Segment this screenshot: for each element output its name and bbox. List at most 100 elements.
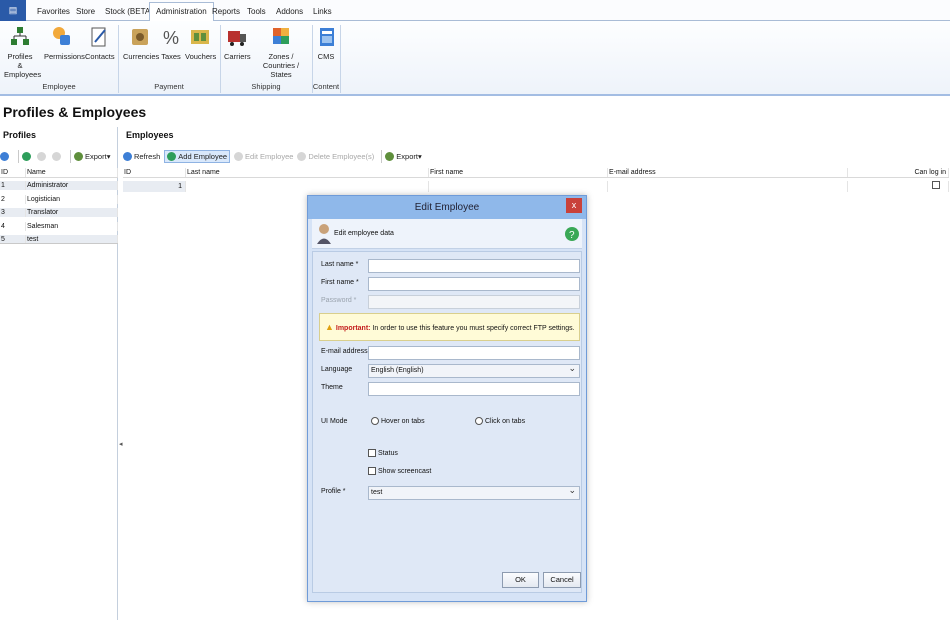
column-header-name[interactable]: Name [26,168,118,177]
hover-radio[interactable] [371,417,379,425]
edit-employee-button[interactable]: Edit Employee [234,151,293,161]
percent-icon: % [163,28,179,48]
status-option[interactable]: Status [368,449,398,457]
hover-label: Hover on tabs [381,417,425,425]
table-row[interactable]: 4 Salesman [0,222,118,231]
employees-label: Employees [4,70,42,79]
taxes-label: Taxes [161,52,181,61]
table-row[interactable]: 3 Translator [0,208,118,217]
theme-label: Theme [321,384,343,391]
app-menu-button[interactable]: ▤ [0,0,26,21]
language-select[interactable]: English (English) [368,362,580,378]
row-email [608,181,848,192]
delete-profile-button[interactable] [52,151,63,161]
currencies-button[interactable]: Currencies [123,25,159,61]
cms-button[interactable]: CMS [316,25,336,61]
refresh-button[interactable]: Refresh [123,151,161,161]
column-header-id[interactable]: ID [0,168,26,177]
permissions-icon [53,27,70,45]
row-id: 4 [0,222,26,231]
export-profiles-button[interactable]: Export ▾ [74,151,110,161]
click-on-tabs-option[interactable]: Click on tabs [475,417,525,425]
table-row[interactable]: 1 [123,181,949,192]
profiles-title: Profiles [3,130,37,140]
dialog-header-text: Edit employee data [334,230,394,237]
refresh-label: Refresh [134,151,161,161]
tab-tools[interactable]: Tools [241,3,272,21]
edit-employee-dialog: Edit Employee x Edit employee data ? Las… [307,195,587,602]
add-employee-label: Add Employee [178,151,228,161]
can-log-in-checkbox[interactable] [932,181,940,189]
profiles-panel: Profiles Export ▾ ID Name 1 Administrator … [0,127,118,620]
tab-links[interactable]: Links [307,3,338,21]
hover-on-tabs-option[interactable]: Hover on tabs [371,417,425,425]
password-field[interactable] [368,295,580,309]
add-profile-button[interactable] [22,151,33,161]
employees-grid-header: ID Last name First name E-mail address C… [123,168,949,178]
screencast-label: Show screencast [378,467,432,475]
delete-employee-button[interactable]: Delete Employee(s) [297,151,374,161]
dialog-title: Edit Employee [308,196,586,219]
last-name-label: Last name * [321,261,359,268]
first-name-field[interactable] [368,277,580,291]
edit-profile-button[interactable] [37,151,48,161]
table-row[interactable]: 1 Administrator [0,181,118,190]
edit-icon [37,151,46,161]
export-icon [385,151,395,161]
profile-select[interactable]: test [368,484,580,500]
tab-reports[interactable]: Reports [206,3,246,21]
vouchers-label: Vouchers [185,52,217,61]
page-title: Profiles & Employees [3,104,147,120]
export-employees-button[interactable]: Export ▾ [385,151,422,161]
refresh-profiles-button[interactable] [0,151,11,161]
theme-field[interactable] [368,382,580,396]
ui-mode-label: UI Mode [321,418,348,425]
permissions-button[interactable]: Permissions [44,25,85,61]
employees-title: Employees [126,130,174,140]
row-name: Logistician [26,195,118,204]
help-icon[interactable]: ? [564,223,580,245]
last-name-field[interactable] [368,259,580,273]
column-header-id[interactable]: ID [123,168,186,177]
tab-administration[interactable]: Administration [149,2,214,22]
screencast-checkbox[interactable] [368,467,376,475]
table-row[interactable]: 5 test [0,235,118,244]
cms-label: CMS [317,52,335,61]
screencast-option[interactable]: Show screencast [368,467,431,475]
profiles-toolbar: Export ▾ [0,147,118,165]
email-field[interactable] [368,346,580,360]
profiles-grid-header: ID Name [0,168,118,178]
row-id: 3 [0,208,26,217]
column-header-can-log-in[interactable]: Can log in [848,168,949,177]
vouchers-button[interactable]: Vouchers [185,25,217,61]
column-header-email[interactable]: E-mail address [608,168,848,177]
group-separator [340,25,341,93]
row-last-name [186,181,429,192]
warning-important: Important: [335,325,371,332]
status-label: Status [378,449,398,457]
splitter-collapse-icon[interactable]: ◂ [119,440,123,448]
email-label: E-mail address * [321,348,373,355]
ok-button[interactable]: OK [502,572,539,588]
tab-addons[interactable]: Addons [270,3,309,21]
profile-label: Profile * [321,488,346,495]
carriers-button[interactable]: Carriers [224,25,251,61]
export-label: Export [85,151,107,161]
tab-store[interactable]: Store [70,3,101,21]
profiles-employees-button[interactable]: Profiles & Employees [4,25,41,79]
zones-button[interactable]: Zones / Countries / States [253,25,309,79]
add-employee-button[interactable]: Add Employee [164,149,231,163]
row-id: 2 [0,195,26,204]
column-header-first-name[interactable]: First name [429,168,608,177]
delete-icon [52,151,61,161]
click-radio[interactable] [475,417,483,425]
column-header-last-name[interactable]: Last name [186,168,429,177]
ribbon-tab-bar: ▤ Favorites Store Stock (BETA) Administr… [0,0,950,22]
row-id: 1 [123,181,186,192]
taxes-button[interactable]: % Taxes [161,25,181,61]
cancel-button[interactable]: Cancel [543,572,581,588]
table-row[interactable]: 2 Logistician [0,195,118,204]
contacts-button[interactable]: Contacts [85,25,115,61]
status-checkbox[interactable] [368,449,376,457]
close-button[interactable]: x [566,198,582,213]
